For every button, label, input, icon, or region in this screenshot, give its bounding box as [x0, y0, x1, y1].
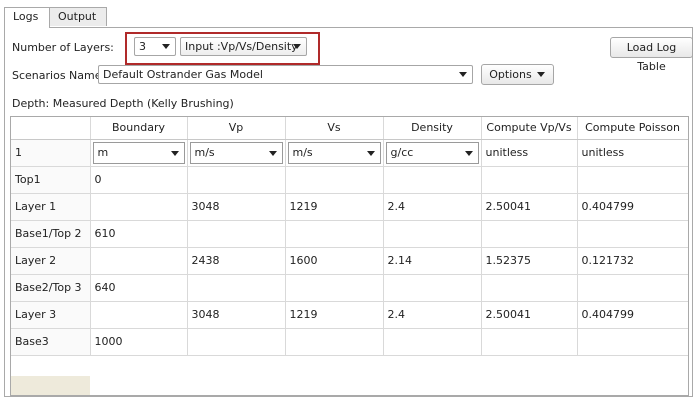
scenario-name-label: Scenarios Name: — [12, 69, 106, 82]
vs-unit-value: m/s — [292, 145, 313, 159]
column-header-compute-poisson[interactable]: Compute Poisson — [577, 117, 688, 140]
density-unit-select[interactable]: g/cc — [385, 141, 479, 164]
cell-poisson[interactable]: 0.404799 — [577, 193, 688, 221]
table-row: Top1 0 — [11, 166, 688, 194]
cell-vs[interactable]: 1219 — [285, 193, 384, 221]
cell-density[interactable] — [383, 166, 482, 194]
row-label: Top1 — [11, 166, 91, 194]
column-header-vs[interactable]: Vs — [285, 117, 384, 140]
cell-vp[interactable] — [187, 274, 286, 302]
cell-vpvs[interactable] — [481, 166, 578, 194]
poisson-unit: unitless — [577, 139, 688, 167]
units-row: 1 m m/s m/s g/cc unitless unitless — [11, 139, 688, 167]
cell-vs[interactable] — [285, 328, 384, 356]
chevron-down-icon — [537, 72, 545, 77]
cell-poisson[interactable] — [577, 328, 688, 356]
cell-boundary[interactable]: 0 — [90, 166, 188, 194]
vp-unit-value: m/s — [194, 145, 215, 159]
cell-vp[interactable] — [187, 220, 286, 248]
table-row: Base3 1000 — [11, 328, 688, 356]
vs-unit-select[interactable]: m/s — [287, 141, 381, 164]
table-row: Layer 1 3048 1219 2.4 2.50041 0.404799 — [11, 193, 688, 221]
cell-poisson[interactable] — [577, 274, 688, 302]
cell-vs[interactable] — [285, 220, 384, 248]
cell-vs[interactable] — [285, 166, 384, 194]
vp-unit-select[interactable]: m/s — [189, 141, 283, 164]
vpvs-unit: unitless — [481, 139, 578, 167]
table-corner-filler — [11, 376, 90, 395]
cell-vp[interactable]: 2438 — [187, 247, 286, 275]
cell-boundary[interactable] — [90, 301, 188, 329]
cell-boundary[interactable]: 640 — [90, 274, 188, 302]
row-label: Layer 1 — [11, 193, 91, 221]
row-label: Layer 2 — [11, 247, 91, 275]
table-row: Base2/Top 3 640 — [11, 274, 688, 302]
cell-boundary[interactable] — [90, 193, 188, 221]
table-row: Base1/Top 2 610 — [11, 220, 688, 248]
column-header-vp[interactable]: Vp — [187, 117, 286, 140]
scenario-name-select[interactable]: Default Ostrander Gas Model — [98, 65, 473, 84]
cell-poisson[interactable] — [577, 220, 688, 248]
row-label: Layer 3 — [11, 301, 91, 329]
cell-vpvs[interactable] — [481, 328, 578, 356]
cell-vp[interactable] — [187, 166, 286, 194]
chevron-down-icon — [268, 150, 277, 156]
cell-poisson[interactable]: 0.121732 — [577, 247, 688, 275]
chevron-down-icon — [366, 150, 375, 156]
chevron-down-icon — [464, 150, 473, 156]
column-header-compute-vpvs[interactable]: Compute Vp/Vs — [481, 117, 578, 140]
cell-vp[interactable] — [187, 328, 286, 356]
cell-vs[interactable]: 1219 — [285, 301, 384, 329]
load-log-table-button[interactable]: Load Log Table — [610, 37, 693, 73]
cell-vpvs[interactable]: 2.50041 — [481, 301, 578, 329]
number-of-layers-label: Number of Layers: — [12, 41, 114, 54]
options-button[interactable]: Options — [481, 64, 554, 85]
cell-vs[interactable] — [285, 274, 384, 302]
cell-vpvs[interactable] — [481, 220, 578, 248]
table-row: Layer 2 2438 1600 2.14 1.52375 0.121732 — [11, 247, 688, 275]
row-label: Base3 — [11, 328, 91, 356]
cell-density[interactable] — [383, 220, 482, 248]
table-row: Layer 3 3048 1219 2.4 2.50041 0.404799 — [11, 301, 688, 329]
cell-vpvs[interactable]: 2.50041 — [481, 193, 578, 221]
tab-logs[interactable]: Logs — [4, 7, 50, 28]
cell-density[interactable]: 2.14 — [383, 247, 482, 275]
boundary-unit-select[interactable]: m — [92, 141, 185, 164]
units-row-label: 1 — [11, 139, 91, 167]
depth-label: Depth: Measured Depth (Kelly Brushing) — [12, 97, 234, 110]
cell-density[interactable] — [383, 328, 482, 356]
row-label: Base2/Top 3 — [11, 274, 91, 302]
cell-vp[interactable]: 3048 — [187, 193, 286, 221]
column-header-density[interactable]: Density — [383, 117, 482, 140]
cell-vp[interactable]: 3048 — [187, 301, 286, 329]
options-label: Options — [489, 68, 532, 81]
cell-boundary[interactable]: 1000 — [90, 328, 188, 356]
row-label: Base1/Top 2 — [11, 220, 91, 248]
density-unit-value: g/cc — [390, 145, 414, 159]
highlight-box — [125, 32, 320, 65]
cell-vpvs[interactable]: 1.52375 — [481, 247, 578, 275]
corner-header — [11, 117, 91, 140]
tab-output[interactable]: Output — [49, 7, 107, 26]
layer-table: Boundary Vp Vs Density Compute Vp/Vs Com… — [10, 116, 689, 396]
cell-boundary[interactable]: 610 — [90, 220, 188, 248]
cell-poisson[interactable] — [577, 166, 688, 194]
column-header-boundary[interactable]: Boundary — [90, 117, 188, 140]
cell-boundary[interactable] — [90, 247, 188, 275]
table-header-row: Boundary Vp Vs Density Compute Vp/Vs Com… — [11, 117, 688, 140]
chevron-down-icon — [459, 72, 467, 77]
scenario-name-value: Default Ostrander Gas Model — [103, 68, 263, 81]
cell-density[interactable]: 2.4 — [383, 301, 482, 329]
chevron-down-icon — [170, 150, 179, 156]
cell-vpvs[interactable] — [481, 274, 578, 302]
cell-density[interactable]: 2.4 — [383, 193, 482, 221]
boundary-unit-value: m — [97, 145, 109, 159]
cell-vs[interactable]: 1600 — [285, 247, 384, 275]
cell-density[interactable] — [383, 274, 482, 302]
cell-poisson[interactable]: 0.404799 — [577, 301, 688, 329]
